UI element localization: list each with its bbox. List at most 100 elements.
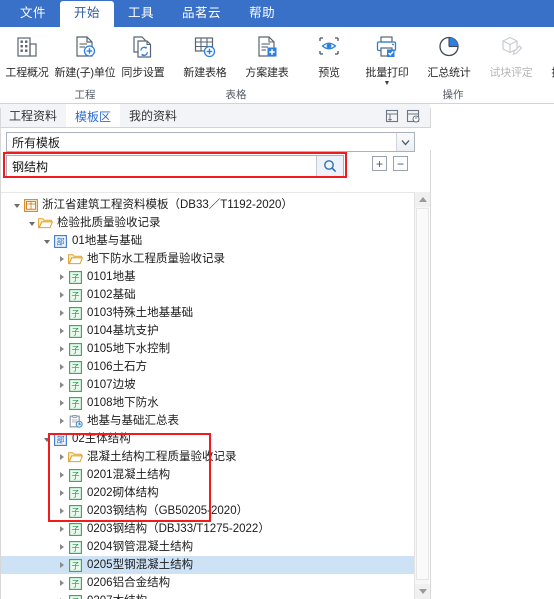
- search-button[interactable]: [316, 156, 343, 176]
- tab-project-data[interactable]: 工程资料: [0, 104, 66, 127]
- chevron-down-icon[interactable]: [396, 133, 414, 151]
- tree-expand-toggle-icon[interactable]: [55, 364, 68, 370]
- tree-node-label: 地基与基础汇总表: [87, 415, 179, 427]
- tree-node-label: 0102基础: [87, 289, 136, 301]
- menu-tab-file[interactable]: 文件: [6, 1, 60, 27]
- tree-row[interactable]: 子 0204钢管混凝土结构: [0, 538, 414, 556]
- window-settings-icon[interactable]: [406, 109, 420, 123]
- batch-print-dropdown-caret[interactable]: ▼: [384, 80, 391, 87]
- tree-row[interactable]: 子 0205型钢混凝土结构: [0, 556, 414, 574]
- tree-row[interactable]: 子 0203钢结构（GB50205-2020）: [0, 502, 414, 520]
- tree-row[interactable]: 地下防水工程质量验收记录: [0, 250, 414, 268]
- sync-settings-button[interactable]: 同步设置: [116, 30, 170, 80]
- panel-left-edge: [0, 108, 1, 599]
- tree-expand-toggle-icon[interactable]: [55, 580, 68, 586]
- svg-text:子: 子: [72, 507, 80, 516]
- building-overview-icon: [14, 32, 40, 62]
- tree-expand-toggle-icon[interactable]: [55, 328, 68, 334]
- new-sub-unit-label: 新建(子)单位: [54, 67, 116, 79]
- tree-expand-toggle-icon[interactable]: [55, 544, 68, 550]
- scroll-up-button[interactable]: [415, 192, 430, 207]
- collapse-all-button[interactable]: −: [393, 156, 408, 171]
- tree-collapse-toggle-icon[interactable]: [40, 436, 53, 442]
- new-table-button[interactable]: 新建表格: [174, 30, 236, 80]
- tree-vertical-scrollbar[interactable]: [414, 192, 430, 599]
- tree-expand-toggle-icon[interactable]: [55, 400, 68, 406]
- tree-expand-toggle-icon[interactable]: [55, 508, 68, 514]
- scrollbar-thumb[interactable]: [416, 208, 429, 580]
- tree-row[interactable]: 子 0206铝合金结构: [0, 574, 414, 592]
- tree-row[interactable]: 子 0106土石方: [0, 358, 414, 376]
- cube-assessment-button[interactable]: 试块评定: [480, 30, 542, 80]
- tree-row[interactable]: 混凝土结构工程质量验收记录: [0, 448, 414, 466]
- tree-collapse-toggle-icon[interactable]: [25, 220, 38, 226]
- tree-expand-toggle-icon[interactable]: [55, 274, 68, 280]
- tree-collapse-toggle-icon[interactable]: [40, 238, 53, 244]
- menu-tab-tools[interactable]: 工具: [114, 1, 168, 27]
- tree-node-label: 01地基与基础: [72, 235, 143, 247]
- child-green-icon: 子: [68, 486, 83, 500]
- tab-my-data[interactable]: 我的资料: [120, 104, 186, 127]
- tree-row[interactable]: 子 0107边坡: [0, 376, 414, 394]
- tree-row[interactable]: 子 0101地基: [0, 268, 414, 286]
- tree-row[interactable]: 部 02主体结构: [0, 430, 414, 448]
- tree-row[interactable]: 子 0202砌体结构: [0, 484, 414, 502]
- tree-node-label: 0103特殊土地基基础: [87, 307, 194, 319]
- tree-expand-toggle-icon[interactable]: [55, 418, 68, 424]
- tab-template-area[interactable]: 模板区: [66, 104, 121, 127]
- tree-row[interactable]: 子 0203钢结构（DBJ33/T1275-2022）: [0, 520, 414, 538]
- template-tree-panel[interactable]: 浙江省建筑工程资料模板（DB33／T1192-2020） 检验批质量验收记录部 01…: [0, 192, 414, 599]
- tree-expand-toggle-icon[interactable]: [55, 490, 68, 496]
- child-green-icon: 子: [68, 324, 83, 338]
- preview-button[interactable]: 预览: [302, 30, 356, 80]
- svg-text:子: 子: [72, 345, 80, 354]
- tree-row[interactable]: 子 0207木结构: [0, 592, 414, 599]
- tree-row[interactable]: 子 0104基坑支护: [0, 322, 414, 340]
- tree-expand-toggle-icon[interactable]: [55, 256, 68, 262]
- tree-node-label: 0105地下水控制: [87, 343, 171, 355]
- scheme-table-button[interactable]: 方案建表: [236, 30, 298, 80]
- scroll-down-button[interactable]: [415, 584, 430, 599]
- summary-statistics-button[interactable]: 汇总统计: [418, 30, 480, 80]
- child-green-icon: 子: [68, 288, 83, 302]
- batch-print-button[interactable]: 批量打印 ▼: [356, 30, 418, 87]
- tree-row[interactable]: 地基与基础汇总表: [0, 412, 414, 430]
- tree-row[interactable]: 子 0108地下防水: [0, 394, 414, 412]
- child-green-icon: 子: [68, 558, 83, 572]
- template-filter-combobox[interactable]: 所有模板: [6, 132, 415, 152]
- search-icon: [323, 159, 337, 173]
- search-input[interactable]: 钢结构: [7, 158, 316, 175]
- tree-row[interactable]: 检验批质量验收记录: [0, 214, 414, 232]
- preview-label: 预览: [318, 67, 340, 79]
- tree-expand-toggle-icon[interactable]: [55, 472, 68, 478]
- tree-row[interactable]: 浙江省建筑工程资料模板（DB33／T1192-2020）: [0, 196, 414, 214]
- svg-text:子: 子: [72, 543, 80, 552]
- tree-row[interactable]: 部 01地基与基础: [0, 232, 414, 250]
- unit-blue-icon: 部: [53, 432, 68, 446]
- tree-expand-toggle-icon[interactable]: [55, 346, 68, 352]
- menu-tab-help[interactable]: 帮助: [235, 1, 289, 27]
- project-overview-button[interactable]: 工程概况: [0, 30, 54, 80]
- sync-settings-label: 同步设置: [121, 67, 165, 79]
- tree-row[interactable]: 子 0105地下水控制: [0, 340, 414, 358]
- tree-expand-toggle-icon[interactable]: [55, 382, 68, 388]
- tree-node-label: 0201混凝土结构: [87, 469, 171, 481]
- panel-tab-actions: [385, 104, 430, 127]
- tree-row[interactable]: 子 0103特殊土地基基础: [0, 304, 414, 322]
- menu-tab-pinmingcloud[interactable]: 品茗云: [168, 1, 235, 27]
- tree-row[interactable]: 子 0201混凝土结构: [0, 466, 414, 484]
- tree-expand-toggle-icon[interactable]: [55, 310, 68, 316]
- tree-expand-toggle-icon[interactable]: [55, 454, 68, 460]
- tree-expand-toggle-icon[interactable]: [55, 562, 68, 568]
- add-panel-icon[interactable]: [385, 109, 399, 123]
- child-green-icon: 子: [68, 504, 83, 518]
- batch-replace-button[interactable]: A B 批量替换: [542, 30, 554, 80]
- search-input-group[interactable]: 钢结构: [6, 155, 344, 177]
- tree-expand-toggle-icon[interactable]: [55, 526, 68, 532]
- menu-tab-start[interactable]: 开始: [60, 1, 115, 27]
- expand-all-button[interactable]: +: [372, 156, 387, 171]
- tree-row[interactable]: 子 0102基础: [0, 286, 414, 304]
- new-sub-unit-button[interactable]: 新建(子)单位: [54, 30, 116, 80]
- tree-expand-toggle-icon[interactable]: [55, 292, 68, 298]
- tree-collapse-toggle-icon[interactable]: [10, 202, 23, 208]
